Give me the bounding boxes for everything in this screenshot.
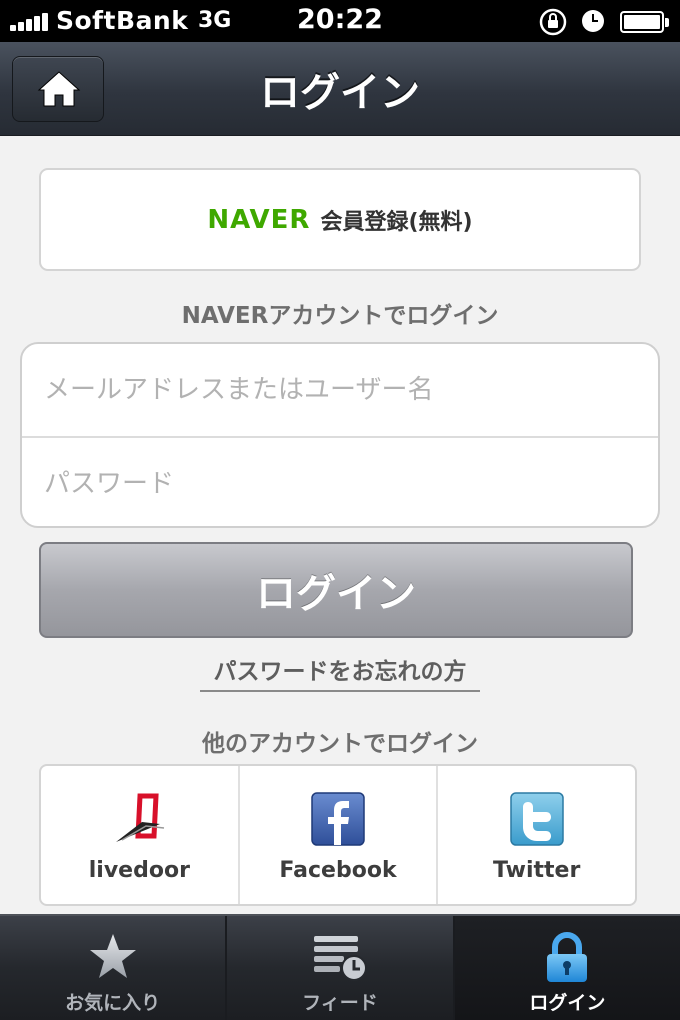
naver-register-button[interactable]: NAVER 会員登録(無料) xyxy=(39,168,641,271)
battery-icon xyxy=(620,11,669,33)
livedoor-label: livedoor xyxy=(88,858,190,883)
tab-feed[interactable]: フィード xyxy=(227,916,455,1020)
tab-login[interactable]: ログイン xyxy=(454,916,680,1020)
other-login-heading: 他のアカウントでログイン xyxy=(202,731,478,757)
twitter-icon xyxy=(509,792,564,846)
page-title: ログイン xyxy=(260,70,420,116)
facebook-icon xyxy=(311,792,365,846)
login-button[interactable]: ログイン xyxy=(39,542,633,638)
livedoor-login-button[interactable]: livedoor xyxy=(41,766,240,904)
password-field[interactable] xyxy=(22,438,658,526)
tab-login-label: ログイン xyxy=(529,992,606,1014)
naver-login-heading: NAVERアカウントでログイン xyxy=(181,303,499,329)
rotation-lock-icon xyxy=(539,8,567,36)
tab-favorites-label: お気に入り xyxy=(65,992,161,1014)
navigation-bar: ログイン xyxy=(0,42,680,136)
twitter-label: Twitter xyxy=(493,858,581,883)
facebook-login-button[interactable]: Facebook xyxy=(240,766,439,904)
star-icon xyxy=(89,934,136,978)
forgot-password-link[interactable]: パスワードをお忘れの方 xyxy=(200,652,480,692)
alarm-icon xyxy=(582,10,604,32)
register-label: 会員登録(無料) xyxy=(320,209,473,235)
status-bar: SoftBank 3G 20:22 xyxy=(0,0,680,42)
twitter-login-button[interactable]: Twitter xyxy=(438,766,635,904)
lock-icon xyxy=(547,932,588,982)
login-form xyxy=(20,342,660,528)
naver-logo: NAVER xyxy=(207,204,311,235)
facebook-label: Facebook xyxy=(279,858,397,883)
tab-feed-label: フィード xyxy=(302,992,378,1014)
tab-favorites[interactable]: お気に入り xyxy=(0,916,228,1020)
tab-bar: お気に入り フィード ログイン xyxy=(0,914,680,1020)
livedoor-icon xyxy=(116,793,165,842)
feed-icon xyxy=(313,936,367,981)
social-login-grid: livedoor Facebook Twitter xyxy=(39,764,637,906)
clock: 20:22 xyxy=(297,4,383,35)
email-field[interactable] xyxy=(22,344,658,436)
